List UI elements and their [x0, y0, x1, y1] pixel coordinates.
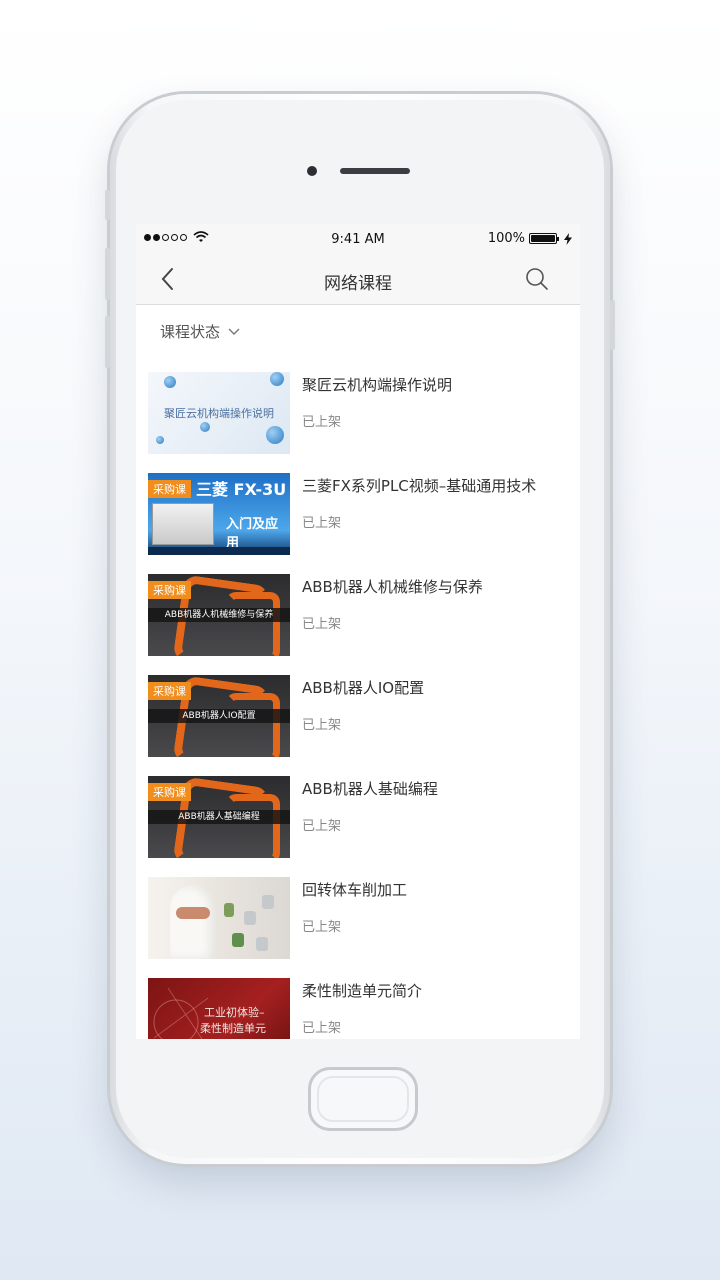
course-status: 已上架: [302, 617, 342, 632]
battery-icon: [529, 233, 559, 244]
battery-status: 100%: [488, 231, 572, 246]
course-status: 已上架: [302, 415, 342, 430]
chevron-down-icon: [228, 328, 240, 335]
charging-icon: [564, 232, 572, 245]
course-title: ABB机器人机械维修与保养: [302, 578, 483, 596]
course-title: 柔性制造单元简介: [302, 982, 423, 1000]
thumbnail-subcaption: 柔性制造单元: [200, 1022, 266, 1035]
course-title: 聚匠云机构端操作说明: [302, 376, 453, 394]
side-button: [105, 190, 110, 220]
course-status: 已上架: [302, 819, 342, 834]
battery-percent: 100%: [487, 231, 525, 246]
course-item[interactable]: 采购课 ABB机器人机械维修与保养 ABB机器人机械维修与保养 已上架: [136, 574, 580, 675]
course-thumbnail: 采购课 ABB机器人机械维修与保养: [148, 574, 290, 656]
course-item[interactable]: 工业初体验– 柔性制造单元 柔性制造单元简介 已上架: [136, 978, 580, 1039]
thumbnail-caption: ABB机器人基础编程: [148, 810, 290, 824]
course-thumbnail: 采购课 ABB机器人IO配置: [148, 675, 290, 757]
course-thumbnail: [148, 877, 290, 959]
course-status: 已上架: [302, 516, 342, 531]
power-button: [610, 300, 615, 350]
thumbnail-caption: ABB机器人IO配置: [148, 709, 290, 723]
course-title: 三菱FX系列PLC视频–基础通用技术: [302, 477, 537, 495]
earpiece-speaker: [340, 168, 410, 174]
thumbnail-caption: 三菱 FX-3U: [196, 480, 287, 499]
search-icon[interactable]: [524, 266, 550, 292]
thumbnail-caption: ABB机器人机械维修与保养: [148, 608, 290, 622]
app-screen: 9:41 AM 100% 网络课程 课程状态 聚匠云机构端操作说明 聚匠云机构端…: [136, 224, 580, 1039]
thumbnail-caption: 聚匠云机构端操作说明: [164, 407, 274, 420]
course-list: 聚匠云机构端操作说明 聚匠云机构端操作说明 已上架 采购课 三菱 FX-3U 入…: [136, 372, 580, 1039]
course-item[interactable]: 采购课 ABB机器人基础编程 ABB机器人基础编程 已上架: [136, 776, 580, 877]
course-status: 已上架: [302, 920, 342, 935]
home-button[interactable]: [308, 1067, 418, 1131]
course-thumbnail: 采购课 三菱 FX-3U 入门及应用: [148, 473, 290, 555]
course-title: ABB机器人基础编程: [302, 780, 438, 798]
course-thumbnail: 工业初体验– 柔性制造单元: [148, 978, 290, 1039]
volume-down-button: [105, 316, 110, 368]
status-bar: 9:41 AM 100%: [136, 224, 580, 254]
course-item[interactable]: 采购课 三菱 FX-3U 入门及应用 三菱FX系列PLC视频–基础通用技术 已上…: [136, 473, 580, 574]
purchase-badge: 采购课: [148, 783, 191, 801]
course-thumbnail: 聚匠云机构端操作说明: [148, 372, 290, 454]
volume-up-button: [105, 248, 110, 300]
purchase-badge: 采购课: [148, 581, 191, 599]
purchase-badge: 采购课: [148, 480, 191, 498]
course-thumbnail: 采购课 ABB机器人基础编程: [148, 776, 290, 858]
course-item[interactable]: 聚匠云机构端操作说明 聚匠云机构端操作说明 已上架: [136, 372, 580, 473]
page-title: 网络课程: [324, 274, 392, 294]
course-item[interactable]: 回转体车削加工 已上架: [136, 877, 580, 978]
course-item[interactable]: 采购课 ABB机器人IO配置 ABB机器人IO配置 已上架: [136, 675, 580, 776]
filter-label: 课程状态: [160, 323, 221, 341]
thumbnail-subcaption: 入门及应用: [226, 517, 279, 551]
purchase-badge: 采购课: [148, 682, 191, 700]
course-title: ABB机器人IO配置: [302, 679, 425, 697]
course-title: 回转体车削加工: [302, 881, 408, 899]
course-status: 已上架: [302, 1021, 342, 1036]
front-camera: [307, 166, 317, 176]
course-status-filter[interactable]: 课程状态: [160, 321, 240, 342]
course-status: 已上架: [302, 718, 342, 733]
thumbnail-caption: 工业初体验–: [204, 1006, 265, 1019]
navigation-bar: 网络课程: [136, 254, 580, 305]
